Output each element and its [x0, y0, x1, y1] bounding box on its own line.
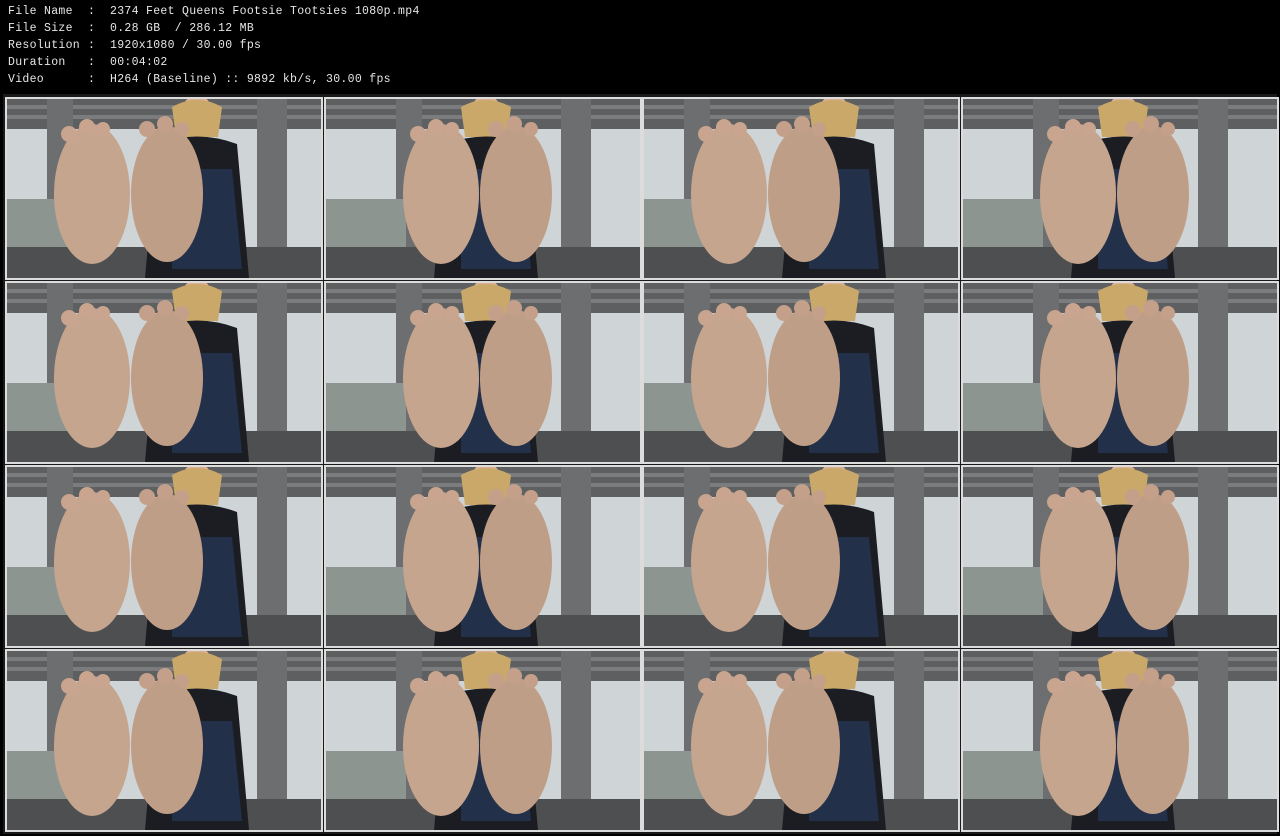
video-thumbnail: [961, 97, 1279, 280]
info-value: 0.28 GB / 286.12 MB: [110, 22, 255, 35]
video-thumbnail: [5, 649, 323, 832]
info-row-duration: Duration: 00:04:02: [8, 56, 168, 73]
info-key: File Name: [8, 5, 73, 18]
video-thumbnail: [642, 465, 960, 648]
video-thumbnail: [5, 281, 323, 464]
thumbnail-grid: [3, 94, 1279, 834]
video-thumbnail: [324, 649, 642, 832]
info-key: Duration: [8, 56, 66, 69]
info-row-file-name: File Name: 2374 Feet Queens Footsie Toots…: [8, 5, 420, 22]
video-thumbnail: [642, 97, 960, 280]
video-thumbnail: [642, 281, 960, 464]
info-key: Resolution: [8, 39, 81, 52]
video-thumbnail: [961, 649, 1279, 832]
info-value: 2374 Feet Queens Footsie Tootsies 1080p.…: [110, 5, 420, 18]
file-info-header: File Name: 2374 Feet Queens Footsie Toots…: [0, 0, 1280, 94]
info-colon: :: [88, 5, 96, 18]
video-thumbnail: [961, 281, 1279, 464]
video-thumbnail: [324, 281, 642, 464]
video-thumbnail: [324, 97, 642, 280]
info-value: H264 (Baseline) :: 9892 kb/s, 30.00 fps: [110, 73, 391, 86]
video-thumbnail: [5, 97, 323, 280]
info-row-resolution: Resolution: 1920x1080 / 30.00 fps: [8, 39, 261, 56]
info-value: 00:04:02: [110, 56, 168, 69]
info-colon: :: [88, 39, 96, 52]
info-row-file-size: File Size: 0.28 GB / 286.12 MB: [8, 22, 254, 39]
info-row-video: Video: H264 (Baseline) :: 9892 kb/s, 30.0…: [8, 73, 391, 90]
info-value: 1920x1080 / 30.00 fps: [110, 39, 262, 52]
video-thumbnail: [961, 465, 1279, 648]
video-thumbnail: [5, 465, 323, 648]
info-colon: :: [88, 22, 96, 35]
video-thumbnail: [324, 465, 642, 648]
info-colon: :: [88, 56, 96, 69]
info-colon: :: [88, 73, 96, 86]
video-thumbnail: [642, 649, 960, 832]
info-key: File Size: [8, 22, 73, 35]
info-key: Video: [8, 73, 45, 86]
